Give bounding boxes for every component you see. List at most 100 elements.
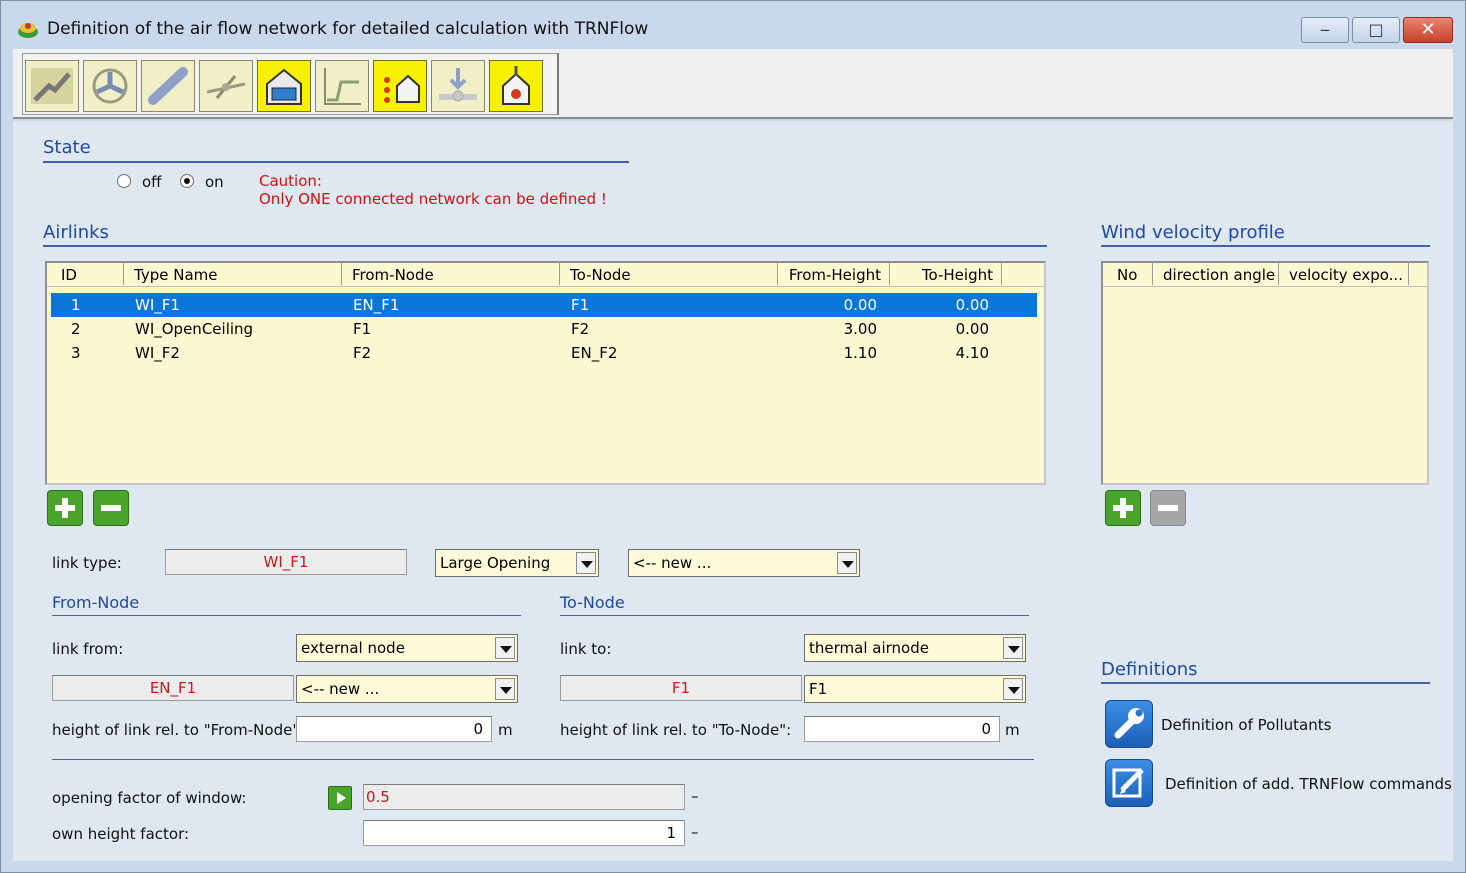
row-to-height: 4.10 bbox=[955, 344, 989, 362]
wind-profile-title: Wind velocity profile bbox=[1101, 222, 1285, 243]
toolbar-button-download[interactable] bbox=[431, 60, 485, 112]
from-height-unit: m bbox=[498, 721, 513, 739]
from-height-input[interactable]: 0 bbox=[296, 716, 492, 742]
link-type-new-combo[interactable]: <-- new ... bbox=[628, 549, 860, 577]
row-id: 3 bbox=[71, 344, 81, 362]
to-height-input[interactable]: 0 bbox=[804, 716, 1000, 742]
valve-icon bbox=[206, 75, 246, 99]
pollutants-button[interactable] bbox=[1105, 700, 1153, 748]
pollutants-label[interactable]: Definition of Pollutants bbox=[1161, 716, 1331, 734]
own-height-factor-unit: – bbox=[691, 823, 699, 841]
from-height-label: height of link rel. to "From-Node" bbox=[52, 721, 300, 739]
to-height-label: height of link rel. to "To-Node": bbox=[560, 721, 792, 739]
row-type: WI_F2 bbox=[135, 344, 180, 362]
airlinks-row[interactable]: 1 WI_F1 EN_F1 F1 0.00 0.00 bbox=[51, 293, 1037, 317]
toolbar-button-window[interactable] bbox=[257, 60, 311, 112]
title-bar: Definition of the air flow network for d… bbox=[1, 1, 1465, 49]
toolbar-button-curve[interactable] bbox=[315, 60, 369, 112]
chevron-down-icon[interactable] bbox=[1003, 637, 1023, 659]
toolbar-button-duct[interactable] bbox=[141, 60, 195, 112]
state-on-radio[interactable] bbox=[180, 174, 194, 188]
row-to-height: 0.00 bbox=[955, 296, 989, 314]
row-to: F1 bbox=[571, 296, 590, 314]
to-node-name-field: F1 bbox=[560, 675, 802, 701]
airlink-crack-icon bbox=[31, 68, 73, 104]
own-height-factor-label: own height factor: bbox=[52, 825, 190, 843]
fan-icon bbox=[92, 68, 128, 104]
airlinks-col-from[interactable]: From-Node bbox=[342, 263, 560, 285]
link-type-combo-value: Large Opening bbox=[440, 554, 551, 572]
upload-node-icon bbox=[502, 66, 530, 105]
from-node-title: From-Node bbox=[52, 593, 140, 612]
minimize-button[interactable]: ‒ bbox=[1301, 17, 1349, 43]
airlinks-row[interactable]: 3 WI_F2 F2 EN_F2 1.10 4.10 bbox=[51, 341, 1037, 365]
curve-chart-icon bbox=[324, 68, 361, 105]
link-type-new-value: <-- new ... bbox=[633, 554, 712, 572]
link-type-combo[interactable]: Large Opening bbox=[435, 549, 599, 577]
link-type-label: link type: bbox=[52, 554, 122, 572]
maximize-button[interactable]: □ bbox=[1352, 17, 1400, 43]
toolbar-group bbox=[22, 53, 559, 115]
from-node-combo[interactable]: <-- new ... bbox=[296, 675, 518, 703]
building-window-icon bbox=[266, 68, 302, 105]
row-to: EN_F2 bbox=[571, 344, 618, 362]
chevron-down-icon[interactable] bbox=[576, 552, 596, 574]
own-height-factor-input[interactable]: 1 bbox=[363, 820, 685, 846]
airlinks-col-id[interactable]: ID bbox=[51, 263, 124, 285]
edit-icon bbox=[1112, 768, 1144, 798]
from-node-divider bbox=[52, 615, 521, 616]
link-from-label: link from: bbox=[52, 640, 124, 658]
chevron-down-icon[interactable] bbox=[837, 552, 857, 574]
to-height-unit: m bbox=[1005, 721, 1020, 739]
minus-icon bbox=[101, 505, 121, 511]
airlinks-title: Airlinks bbox=[43, 222, 109, 243]
trnflow-commands-button[interactable] bbox=[1105, 759, 1153, 807]
chevron-down-icon[interactable] bbox=[1003, 678, 1023, 700]
wind-col-no[interactable]: No bbox=[1107, 263, 1153, 285]
toolbar-button-fan[interactable] bbox=[83, 60, 137, 112]
link-from-value: external node bbox=[301, 639, 405, 657]
add-wind-row-button[interactable] bbox=[1105, 490, 1141, 526]
row-from-height: 3.00 bbox=[843, 320, 877, 338]
row-to: F2 bbox=[571, 320, 590, 338]
state-on-label: on bbox=[205, 173, 224, 191]
link-from-combo[interactable]: external node bbox=[296, 634, 518, 662]
opening-factor-field[interactable]: 0.5 bbox=[363, 784, 685, 810]
toolbar-button-valve[interactable] bbox=[199, 60, 253, 112]
close-button[interactable]: ✕ bbox=[1403, 17, 1453, 43]
to-node-title: To-Node bbox=[560, 593, 625, 612]
wind-profile-divider bbox=[1101, 245, 1430, 247]
row-id: 2 bbox=[71, 320, 81, 338]
airlinks-col-type[interactable]: Type Name bbox=[124, 263, 342, 285]
state-off-label: off bbox=[142, 173, 162, 191]
airlinks-col-from-height[interactable]: From-Height bbox=[778, 263, 890, 285]
trnflow-commands-label[interactable]: Definition of add. TRNFlow commands bbox=[1165, 775, 1452, 793]
chevron-down-icon[interactable] bbox=[495, 678, 515, 700]
remove-wind-row-button[interactable] bbox=[1150, 490, 1186, 526]
airlinks-col-to[interactable]: To-Node bbox=[560, 263, 778, 285]
airlinks-row[interactable]: 2 WI_OpenCeiling F1 F2 3.00 0.00 bbox=[51, 317, 1037, 341]
toolbar-button-upload[interactable] bbox=[489, 60, 543, 112]
to-node-combo[interactable]: F1 bbox=[804, 675, 1026, 703]
wind-profile-table[interactable]: No direction angle velocity expo... bbox=[1101, 261, 1429, 485]
maximize-icon: □ bbox=[1368, 20, 1384, 39]
airlinks-table[interactable]: ID Type Name From-Node To-Node From-Heig… bbox=[45, 261, 1046, 485]
window-title: Definition of the air flow network for d… bbox=[47, 19, 649, 39]
to-node-divider bbox=[560, 615, 1029, 616]
wind-col-direction[interactable]: direction angle bbox=[1153, 263, 1279, 285]
chevron-down-icon[interactable] bbox=[495, 637, 515, 659]
remove-airlink-button[interactable] bbox=[93, 490, 129, 526]
airlinks-divider bbox=[43, 245, 1047, 247]
play-icon[interactable] bbox=[328, 786, 352, 810]
wind-col-velocity[interactable]: velocity expo... bbox=[1279, 263, 1409, 285]
toolbar-button-crack[interactable] bbox=[25, 60, 79, 112]
definitions-divider bbox=[1101, 682, 1430, 684]
state-off-radio[interactable] bbox=[117, 174, 131, 188]
airlinks-col-to-height[interactable]: To-Height bbox=[890, 263, 1002, 285]
link-to-combo[interactable]: thermal airnode bbox=[804, 634, 1026, 662]
toolbar bbox=[13, 49, 1453, 119]
link-type-name-field: WI_F1 bbox=[165, 549, 407, 575]
toolbar-button-pollutant[interactable] bbox=[373, 60, 427, 112]
add-airlink-button[interactable] bbox=[47, 490, 83, 526]
opening-factor-label: opening factor of window: bbox=[52, 789, 247, 807]
